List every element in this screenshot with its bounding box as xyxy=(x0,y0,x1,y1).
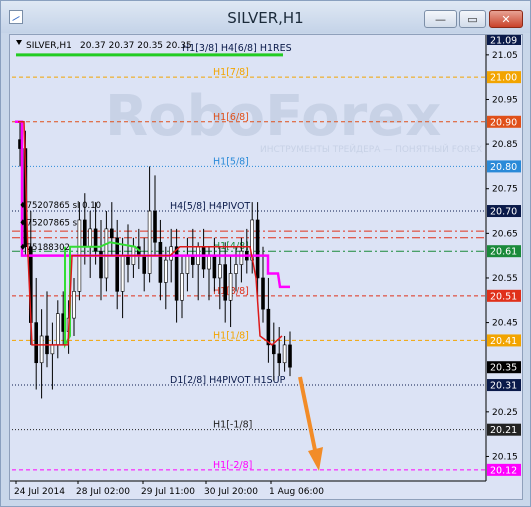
candle-body xyxy=(223,264,227,301)
level-label: H1[-1/8] xyxy=(213,420,252,431)
candle-body xyxy=(234,264,238,274)
candle-body xyxy=(142,255,146,274)
candle-body xyxy=(207,255,211,270)
candle-body xyxy=(39,335,44,364)
chart-canvas[interactable]: RoboForexИНСТРУМЕНТЫ ТРЕЙДЕРА — ПОНЯТНЫЙ… xyxy=(10,35,524,501)
level-label: D1[2/8] H4PIVOT H1SUP xyxy=(170,375,286,386)
candle-body xyxy=(282,344,287,364)
order-annotation: ♦75188302 xyxy=(19,243,70,253)
minimize-icon: — xyxy=(435,12,446,26)
candle-body xyxy=(212,255,217,279)
current-price-label: 20.35 xyxy=(490,363,517,374)
top-level-label: H1[3/8] H4[6/8] H1RES xyxy=(182,43,292,54)
minimize-button[interactable]: — xyxy=(424,10,457,28)
level-price-label: 20.80 xyxy=(490,162,517,173)
y-tick-label: 20.65 xyxy=(492,229,518,239)
y-tick-label: 20.95 xyxy=(492,95,518,105)
candle-body xyxy=(261,277,265,310)
maximize-icon: ▭ xyxy=(467,12,478,26)
x-tick-label: 29 Jul 11:00 xyxy=(141,487,195,497)
level-price-label: 20.70 xyxy=(490,207,517,218)
x-tick-label: 30 Jul 20:00 xyxy=(204,487,258,497)
candle-body xyxy=(239,250,244,265)
watermark-tagline: ИНСТРУМЕНТЫ ТРЕЙДЕРА — ПОНЯТНЫЙ FOREX xyxy=(260,143,482,155)
candle-body xyxy=(55,313,60,346)
chart-ohlc: 20.37 20.37 20.35 20.35 xyxy=(80,41,192,51)
candle-body xyxy=(34,322,39,364)
candle-body xyxy=(88,228,92,248)
level-label: H1[5/8] xyxy=(213,156,249,167)
y-tick-label: 20.45 xyxy=(492,319,518,329)
candle-body xyxy=(228,273,233,301)
watermark-brand: RoboForex xyxy=(105,84,441,149)
level-price-label: 20.90 xyxy=(490,117,517,128)
x-tick-label: 28 Jul 02:00 xyxy=(76,487,130,497)
y-tick-label: 20.85 xyxy=(492,140,518,150)
title-bar[interactable]: SILVER,H1 — ▭ ✕ xyxy=(1,1,530,33)
level-price-label: 20.21 xyxy=(490,425,517,436)
candle-body xyxy=(191,255,195,265)
forecast-arrow-head xyxy=(308,447,323,471)
candle-body xyxy=(277,353,282,364)
level-price-label: 20.31 xyxy=(490,381,517,392)
y-tick-label: 21.05 xyxy=(492,51,518,61)
y-tick-label: 20.25 xyxy=(492,408,518,418)
dropdown-icon xyxy=(16,40,22,45)
level-price-label: 20.61 xyxy=(490,247,517,258)
candle-body xyxy=(93,228,98,252)
level-label: H1[-2/8] xyxy=(213,460,252,471)
order-annotation: ♦75207865 sl 0.10 xyxy=(19,201,101,211)
candle-body xyxy=(271,344,276,355)
top-price-label: 21.09 xyxy=(490,36,517,47)
candle-body xyxy=(158,241,163,283)
y-tick-label: 20.15 xyxy=(492,452,518,462)
level-label: H1[6/8] xyxy=(213,112,249,123)
candle-body xyxy=(50,344,55,355)
candle-body xyxy=(255,219,260,279)
candle-body xyxy=(72,291,76,319)
maximize-button[interactable]: ▭ xyxy=(459,10,486,28)
candle-body xyxy=(104,228,109,279)
candle-body xyxy=(115,237,119,292)
candle-body xyxy=(120,255,125,292)
candle-body xyxy=(185,255,190,274)
candle-body xyxy=(266,308,271,346)
level-label: H4[5/8] H4PIVOT xyxy=(170,201,250,212)
price-chart[interactable]: RoboForex ИНСТРУМЕНТЫ ТРЕЙДЕРА — ПОНЯТНЫЙ… xyxy=(9,34,523,500)
candle-body xyxy=(201,246,206,270)
chart-symbol: SILVER,H1 xyxy=(26,41,72,51)
candle-body xyxy=(153,210,157,243)
forecast-arrow-shaft xyxy=(298,376,318,456)
y-tick-label: 20.55 xyxy=(492,274,518,284)
candle-body xyxy=(288,344,292,368)
candle-body xyxy=(126,255,130,265)
candle-body xyxy=(180,273,184,301)
order-annotation: ♦75207865 s xyxy=(19,219,78,229)
level-label: H1[7/8] xyxy=(213,67,249,78)
x-tick-label: 1 Aug 06:00 xyxy=(269,487,324,497)
level-price-label: 20.41 xyxy=(490,336,517,347)
candle-body xyxy=(218,264,222,279)
x-tick-label: 24 Jul 2014 xyxy=(14,487,65,497)
candle-body xyxy=(164,259,168,283)
candle-body xyxy=(147,210,152,274)
chart-window: SILVER,H1 — ▭ ✕ RoboForex ИНСТРУМЕНТЫ ТРЕ… xyxy=(0,0,531,507)
level-price-label: 20.12 xyxy=(490,465,517,476)
y-tick-label: 20.75 xyxy=(492,185,518,195)
candle-body xyxy=(83,219,87,248)
level-price-label: 20.51 xyxy=(490,291,517,302)
level-price-label: 21.00 xyxy=(490,73,517,84)
close-icon: ✕ xyxy=(501,12,511,26)
close-button[interactable]: ✕ xyxy=(489,10,523,28)
level-label: H1[1/8] xyxy=(213,330,249,341)
candle-body xyxy=(110,228,114,239)
